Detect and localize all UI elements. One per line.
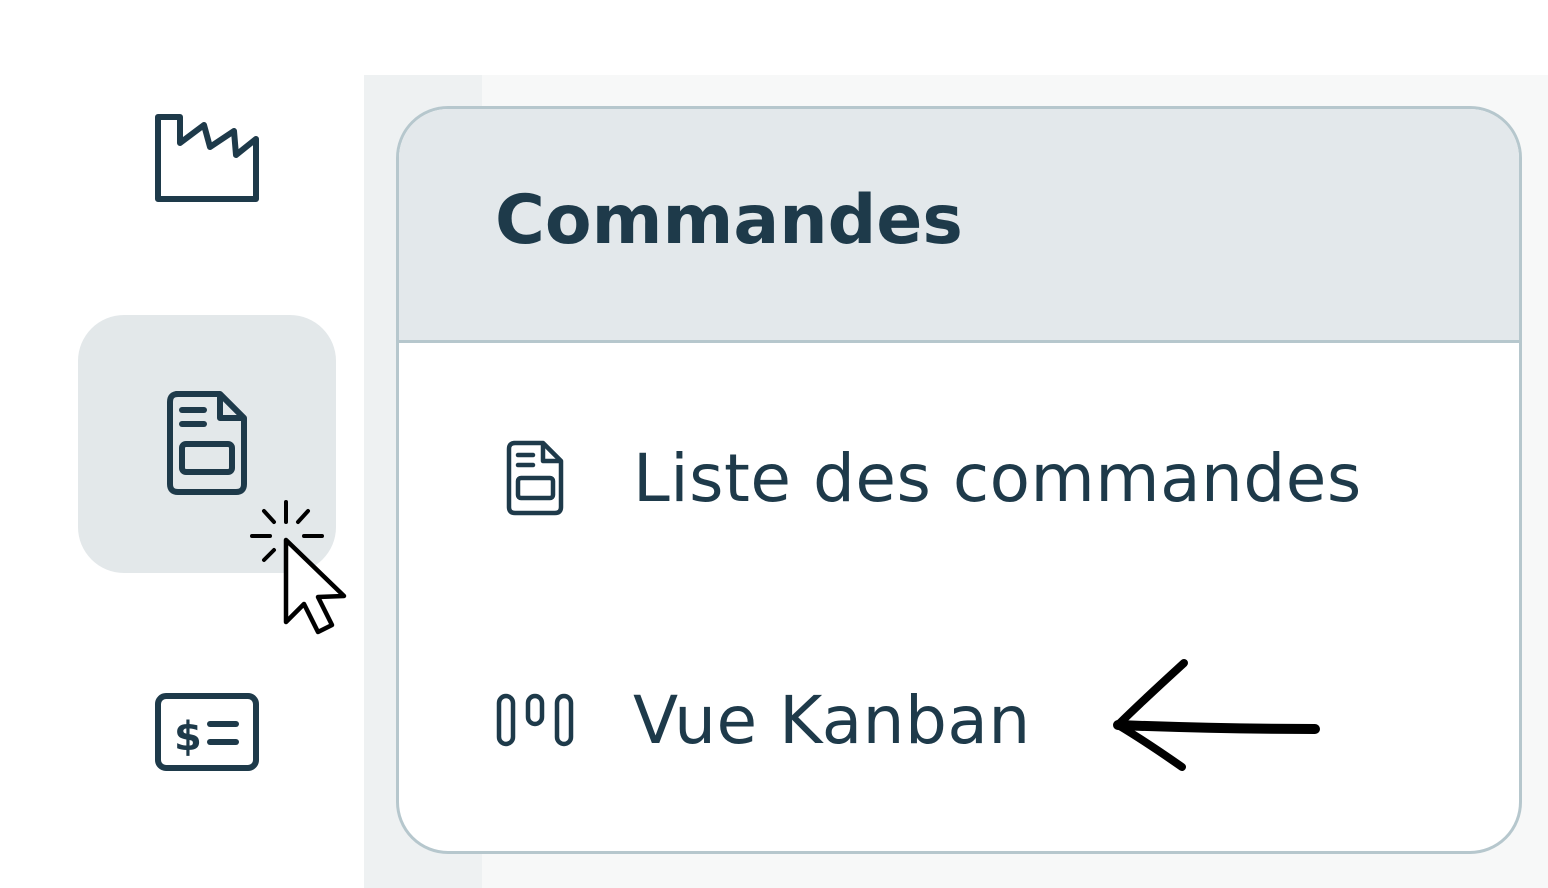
menu-item-label: Vue Kanban bbox=[633, 681, 1031, 759]
menu-item-order-list[interactable]: Liste des commandes bbox=[495, 423, 1362, 533]
factory-icon bbox=[152, 109, 262, 205]
order-document-icon bbox=[164, 390, 250, 498]
svg-text:$: $ bbox=[174, 714, 202, 760]
invoice-dollar-icon: $ bbox=[154, 692, 260, 772]
rail-item-factory[interactable] bbox=[78, 28, 336, 286]
kanban-columns-icon bbox=[495, 680, 575, 760]
document-list-icon bbox=[495, 438, 575, 518]
mouse-cursor-icon bbox=[246, 498, 356, 642]
menu-item-label: Liste des commandes bbox=[633, 439, 1362, 517]
flyout-header: Commandes bbox=[399, 109, 1519, 343]
sidebar-rail: $ bbox=[0, 0, 364, 888]
app-window: $ Commandes Liste des commandes Vue Kanb… bbox=[0, 0, 1548, 888]
flyout-title: Commandes bbox=[495, 181, 963, 260]
orders-flyout-menu: Commandes Liste des commandes Vue Kanban bbox=[396, 106, 1522, 854]
annotation-arrow-icon bbox=[1110, 655, 1325, 779]
menu-item-kanban-view[interactable]: Vue Kanban bbox=[495, 665, 1031, 775]
